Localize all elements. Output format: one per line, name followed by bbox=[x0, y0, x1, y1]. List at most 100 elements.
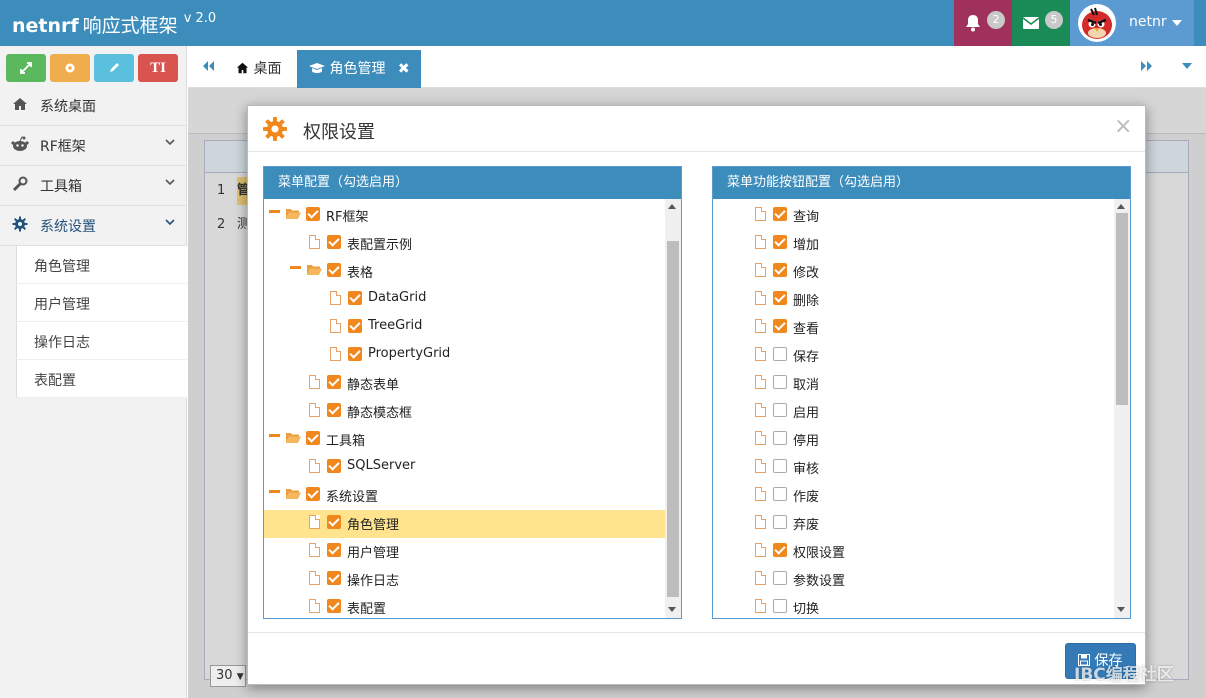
tab-role-management[interactable]: 角色管理 ✖ bbox=[297, 50, 421, 88]
sidebar-item-system-settings[interactable]: 系统设置 bbox=[0, 206, 187, 246]
checkbox[interactable] bbox=[773, 403, 787, 417]
list-item[interactable]: 修改 bbox=[713, 258, 1114, 286]
list-item[interactable]: 增加 bbox=[713, 230, 1114, 258]
checkbox[interactable] bbox=[773, 291, 787, 305]
scroll-up-icon[interactable] bbox=[668, 204, 676, 209]
sidebar-subitem-table-config[interactable]: 表配置 bbox=[16, 360, 187, 398]
collapse-icon[interactable] bbox=[269, 490, 280, 493]
checkbox[interactable] bbox=[773, 319, 787, 333]
notifications-button[interactable]: 2 bbox=[954, 0, 1012, 46]
list-item[interactable]: 保存 bbox=[713, 342, 1114, 370]
checkbox[interactable] bbox=[327, 403, 341, 417]
tree-node[interactable]: RF框架 bbox=[264, 202, 665, 230]
tree-node[interactable]: 操作日志 bbox=[264, 566, 665, 594]
close-tab-icon[interactable]: ✖ bbox=[398, 61, 410, 77]
tab-desktop[interactable]: 桌面 bbox=[228, 50, 294, 88]
list-item[interactable]: 审核 bbox=[713, 454, 1114, 482]
scrollbar-thumb[interactable] bbox=[667, 241, 679, 597]
collapse-icon[interactable] bbox=[269, 210, 280, 213]
sidebar-item-toolbox[interactable]: 工具箱 bbox=[0, 166, 187, 206]
checkbox[interactable] bbox=[773, 515, 787, 529]
scrollbar[interactable] bbox=[665, 199, 681, 618]
checkbox[interactable] bbox=[327, 515, 341, 529]
checkbox[interactable] bbox=[327, 599, 341, 613]
tree-node[interactable]: 用户管理 bbox=[264, 538, 665, 566]
list-item[interactable]: 查看 bbox=[713, 314, 1114, 342]
checkbox[interactable] bbox=[773, 263, 787, 277]
checkbox[interactable] bbox=[773, 347, 787, 361]
scrollbar[interactable] bbox=[1114, 199, 1130, 618]
sidebar-item-rf[interactable]: RF框架 bbox=[0, 126, 187, 166]
node-label: 修改 bbox=[793, 266, 820, 281]
list-item[interactable]: 作废 bbox=[713, 482, 1114, 510]
tree-node[interactable]: 工具箱 bbox=[264, 426, 665, 454]
checkbox[interactable] bbox=[327, 543, 341, 557]
checkbox[interactable] bbox=[327, 235, 341, 249]
list-item[interactable]: 查询 bbox=[713, 202, 1114, 230]
tree-node[interactable]: DataGrid bbox=[264, 286, 665, 314]
checkbox[interactable] bbox=[773, 487, 787, 501]
brand[interactable]: netnrf 响应式框架 v 2.0 bbox=[12, 11, 216, 38]
close-icon[interactable]: × bbox=[1114, 114, 1132, 139]
gear-icon bbox=[262, 116, 288, 142]
list-item[interactable]: 停用 bbox=[713, 426, 1114, 454]
list-item[interactable]: 启用 bbox=[713, 398, 1114, 426]
list-item[interactable]: 权限设置 bbox=[713, 538, 1114, 566]
sidebar-subitem-role-management[interactable]: 角色管理 bbox=[16, 246, 187, 284]
user-menu[interactable]: netnr bbox=[1070, 0, 1194, 46]
checkbox[interactable] bbox=[773, 459, 787, 473]
checkbox[interactable] bbox=[348, 319, 362, 333]
file-icon bbox=[330, 347, 341, 361]
text-size-button[interactable]: TI bbox=[138, 54, 178, 82]
list-item[interactable]: 弃废 bbox=[713, 510, 1114, 538]
checkbox[interactable] bbox=[327, 459, 341, 473]
checkbox[interactable] bbox=[306, 431, 320, 445]
notifications-badge: 2 bbox=[987, 11, 1005, 29]
scrollbar-thumb[interactable] bbox=[1116, 213, 1128, 405]
tree-node[interactable]: 表格 bbox=[264, 258, 665, 286]
checkbox[interactable] bbox=[773, 207, 787, 221]
list-item[interactable]: 删除 bbox=[713, 286, 1114, 314]
sidebar-subitem-user-management[interactable]: 用户管理 bbox=[16, 284, 187, 322]
checkbox[interactable] bbox=[306, 487, 320, 501]
tree-node[interactable]: 系统设置 bbox=[264, 482, 665, 510]
scroll-up-icon[interactable] bbox=[1117, 204, 1125, 209]
checkbox[interactable] bbox=[327, 571, 341, 585]
checkbox[interactable] bbox=[773, 375, 787, 389]
list-item[interactable]: 取消 bbox=[713, 370, 1114, 398]
edit-button[interactable] bbox=[94, 54, 134, 82]
checkbox[interactable] bbox=[327, 375, 341, 389]
expand-button[interactable] bbox=[6, 54, 46, 82]
collapse-icon[interactable] bbox=[290, 266, 301, 269]
list-item[interactable]: 切换 bbox=[713, 594, 1114, 618]
sidebar-subitem-operation-log[interactable]: 操作日志 bbox=[16, 322, 187, 360]
checkbox[interactable] bbox=[773, 599, 787, 613]
settings-button[interactable] bbox=[50, 54, 90, 82]
scroll-down-icon[interactable] bbox=[668, 607, 676, 612]
checkbox[interactable] bbox=[773, 543, 787, 557]
tree-node[interactable]: PropertyGrid bbox=[264, 342, 665, 370]
list-item[interactable]: 参数设置 bbox=[713, 566, 1114, 594]
scroll-down-icon[interactable] bbox=[1117, 607, 1125, 612]
messages-button[interactable]: 5 bbox=[1012, 0, 1070, 46]
collapse-icon[interactable] bbox=[269, 434, 280, 437]
checkbox[interactable] bbox=[306, 207, 320, 221]
tree-node[interactable]: TreeGrid bbox=[264, 314, 665, 342]
checkbox[interactable] bbox=[773, 571, 787, 585]
scroll-tabs-right-icon[interactable] bbox=[1140, 59, 1154, 77]
tree-node[interactable]: 表配置 bbox=[264, 594, 665, 618]
checkbox[interactable] bbox=[773, 431, 787, 445]
tabs-menu-caret-icon[interactable] bbox=[1180, 59, 1194, 77]
checkbox[interactable] bbox=[348, 291, 362, 305]
tree-node[interactable]: SQLServer bbox=[264, 454, 665, 482]
checkbox[interactable] bbox=[348, 347, 362, 361]
tree-node[interactable]: 静态表单 bbox=[264, 370, 665, 398]
tree-node[interactable]: 静态模态框 bbox=[264, 398, 665, 426]
checkbox[interactable] bbox=[327, 263, 341, 277]
sidebar-item-desktop[interactable]: 系统桌面 bbox=[0, 86, 187, 126]
scroll-tabs-left-icon[interactable] bbox=[201, 59, 215, 77]
page-size-select[interactable]: 30 ▼ bbox=[210, 665, 246, 687]
tree-node[interactable]: 表配置示例 bbox=[264, 230, 665, 258]
tree-node[interactable]: 角色管理 bbox=[264, 510, 665, 538]
checkbox[interactable] bbox=[773, 235, 787, 249]
